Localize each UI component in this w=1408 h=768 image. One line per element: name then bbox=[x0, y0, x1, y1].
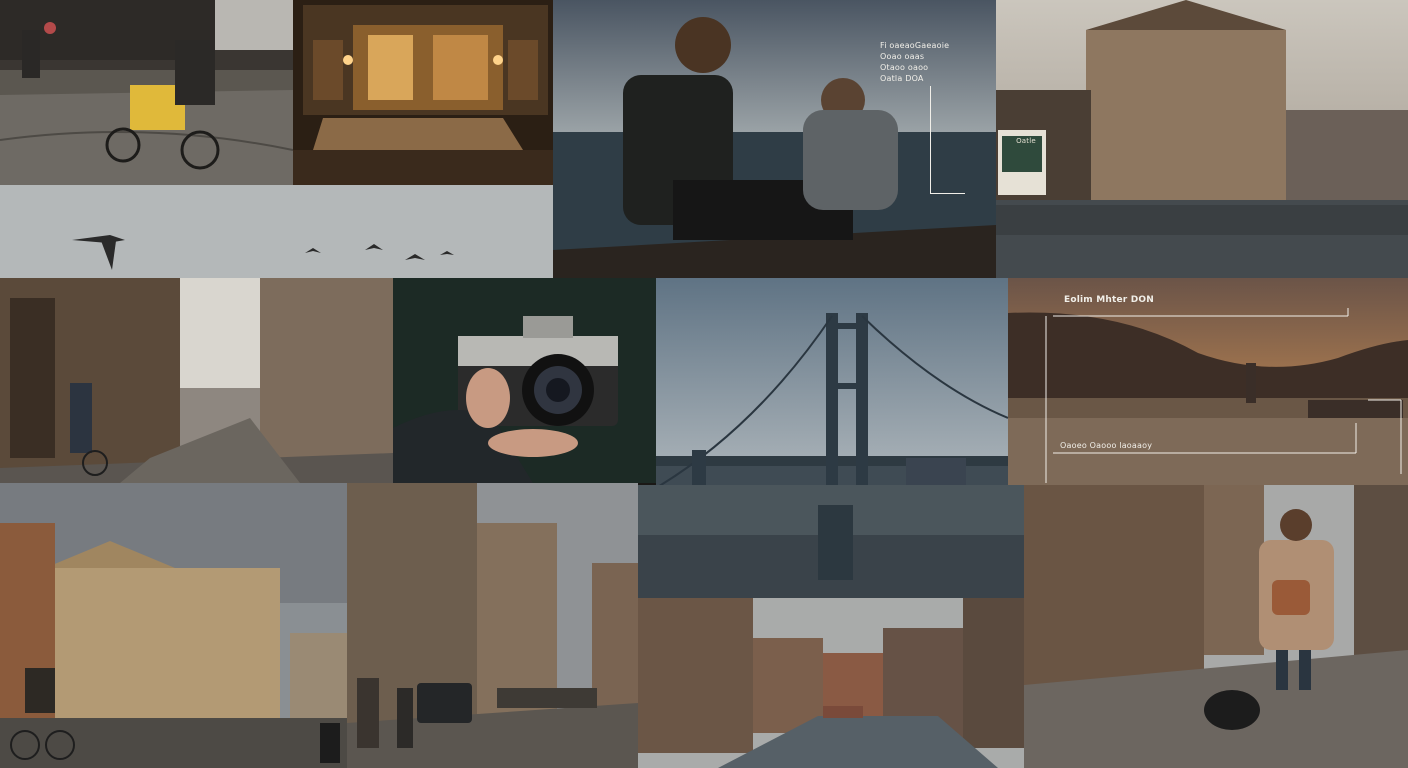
old-town-street-photo bbox=[0, 278, 393, 483]
lit-shopfront-photo bbox=[293, 0, 553, 185]
riverside-mansion-photo bbox=[996, 0, 1408, 278]
cyclist-street-photo bbox=[0, 0, 293, 185]
sea-overlay-line: Oatla DOA bbox=[880, 74, 924, 83]
sea-overlay-line: Ooao oaas bbox=[880, 52, 925, 61]
riverside-sign-text: Oatle bbox=[1016, 137, 1036, 145]
sea-overlay-line: Fi oaeaoGaeaoie bbox=[880, 41, 950, 50]
harbor-overlay-title: Eolim Mhter DON bbox=[1064, 295, 1155, 305]
canal-top-strip-photo bbox=[638, 485, 1024, 598]
flying-birds-photo bbox=[0, 185, 553, 278]
canal-buildings-photo bbox=[638, 598, 1024, 768]
suspension-bridge-photo bbox=[656, 278, 1008, 485]
walking-woman-dog-photo bbox=[1024, 485, 1408, 768]
baroque-square-photo bbox=[0, 483, 347, 768]
sea-overlay-line: Otaoo oaoo bbox=[880, 63, 929, 72]
harbor-overlay-caption: Oaoeo Oaooo laoaaoy bbox=[1060, 441, 1153, 450]
sea-overlay-line-vertical bbox=[930, 86, 931, 193]
camera-in-hand-photo bbox=[393, 278, 656, 483]
harbor-sunset-photo bbox=[1008, 278, 1408, 485]
narrow-street-photo bbox=[347, 483, 638, 768]
sea-overlay-line-horizontal bbox=[930, 193, 965, 194]
sea-overlay-text: Fi oaeaoGaeaoie Ooao oaas Otaoo oaoo Oat… bbox=[880, 40, 949, 84]
